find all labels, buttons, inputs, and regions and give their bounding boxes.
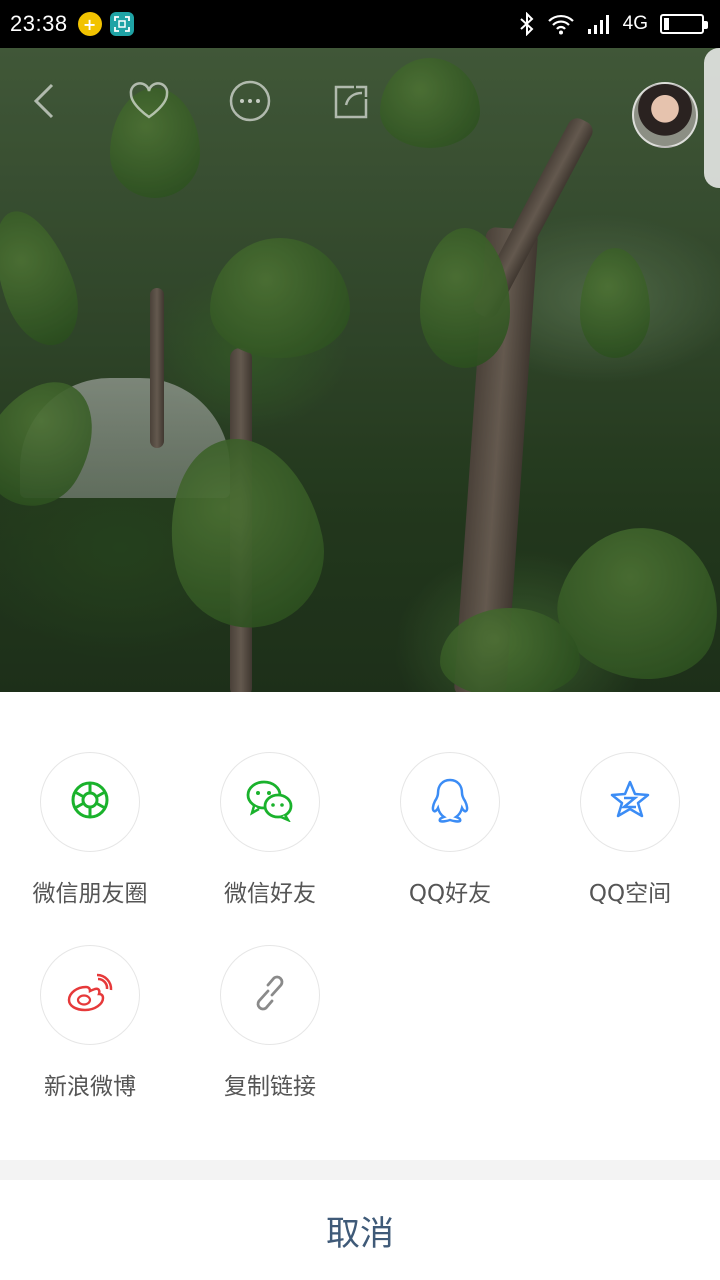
weibo-icon — [66, 973, 114, 1017]
share-icon-circle[interactable] — [220, 945, 320, 1045]
avatar[interactable] — [632, 82, 698, 148]
share-icon-circle[interactable] — [40, 752, 140, 852]
share-label: QQ好友 — [408, 881, 492, 907]
share-icon[interactable] — [327, 78, 373, 124]
share-label: 复制链接 — [224, 1074, 316, 1100]
wechat-icon — [245, 778, 295, 826]
qq-icon — [430, 777, 470, 827]
video-toolbar — [0, 68, 720, 148]
wifi-icon — [547, 13, 575, 35]
share-icon-circle[interactable] — [400, 752, 500, 852]
share-icon-circle[interactable] — [580, 752, 680, 852]
share-label: 微信好友 — [224, 881, 316, 907]
share-sheet: 微信朋友圈 微信好友 QQ好友 QQ空间 新浪微博 复制链接 取消 — [0, 692, 720, 1280]
bluetooth-icon — [519, 12, 535, 36]
signal-icon — [587, 13, 611, 35]
sheet-divider — [0, 1160, 720, 1180]
scan-app-icon — [109, 12, 134, 36]
status-right-group: 4G — [519, 12, 710, 36]
share-wechat-moments[interactable]: 微信朋友圈 — [0, 752, 180, 908]
wechat-moments-icon — [68, 778, 112, 826]
link-icon — [248, 971, 292, 1019]
share-icon-circle[interactable] — [40, 945, 140, 1045]
status-bar: 23:38 + 4G — [0, 0, 720, 48]
share-qzone[interactable]: QQ空间 — [540, 752, 720, 908]
video-dim-overlay — [0, 48, 720, 692]
share-wechat-friend[interactable]: 微信好友 — [180, 752, 360, 908]
status-time: 23:38 — [10, 11, 68, 36]
share-qq-friend[interactable]: QQ好友 — [360, 752, 540, 908]
share-copy-link[interactable]: 复制链接 — [180, 945, 360, 1101]
cancel-button[interactable]: 取消 — [0, 1180, 720, 1280]
more-icon[interactable] — [227, 78, 273, 124]
share-icon-circle[interactable] — [220, 752, 320, 852]
heart-icon[interactable] — [126, 78, 172, 124]
back-icon[interactable] — [22, 78, 68, 124]
battery-icon — [660, 14, 708, 34]
video-player[interactable] — [0, 48, 720, 692]
qzone-icon — [608, 779, 652, 825]
share-weibo[interactable]: 新浪微博 — [0, 945, 180, 1101]
share-label: QQ空间 — [588, 881, 672, 907]
network-type: 4G — [622, 13, 648, 34]
share-label: 微信朋友圈 — [32, 881, 148, 907]
share-label: 新浪微博 — [44, 1074, 136, 1100]
plus-app-icon: + — [77, 12, 102, 36]
battery-level — [664, 18, 669, 30]
